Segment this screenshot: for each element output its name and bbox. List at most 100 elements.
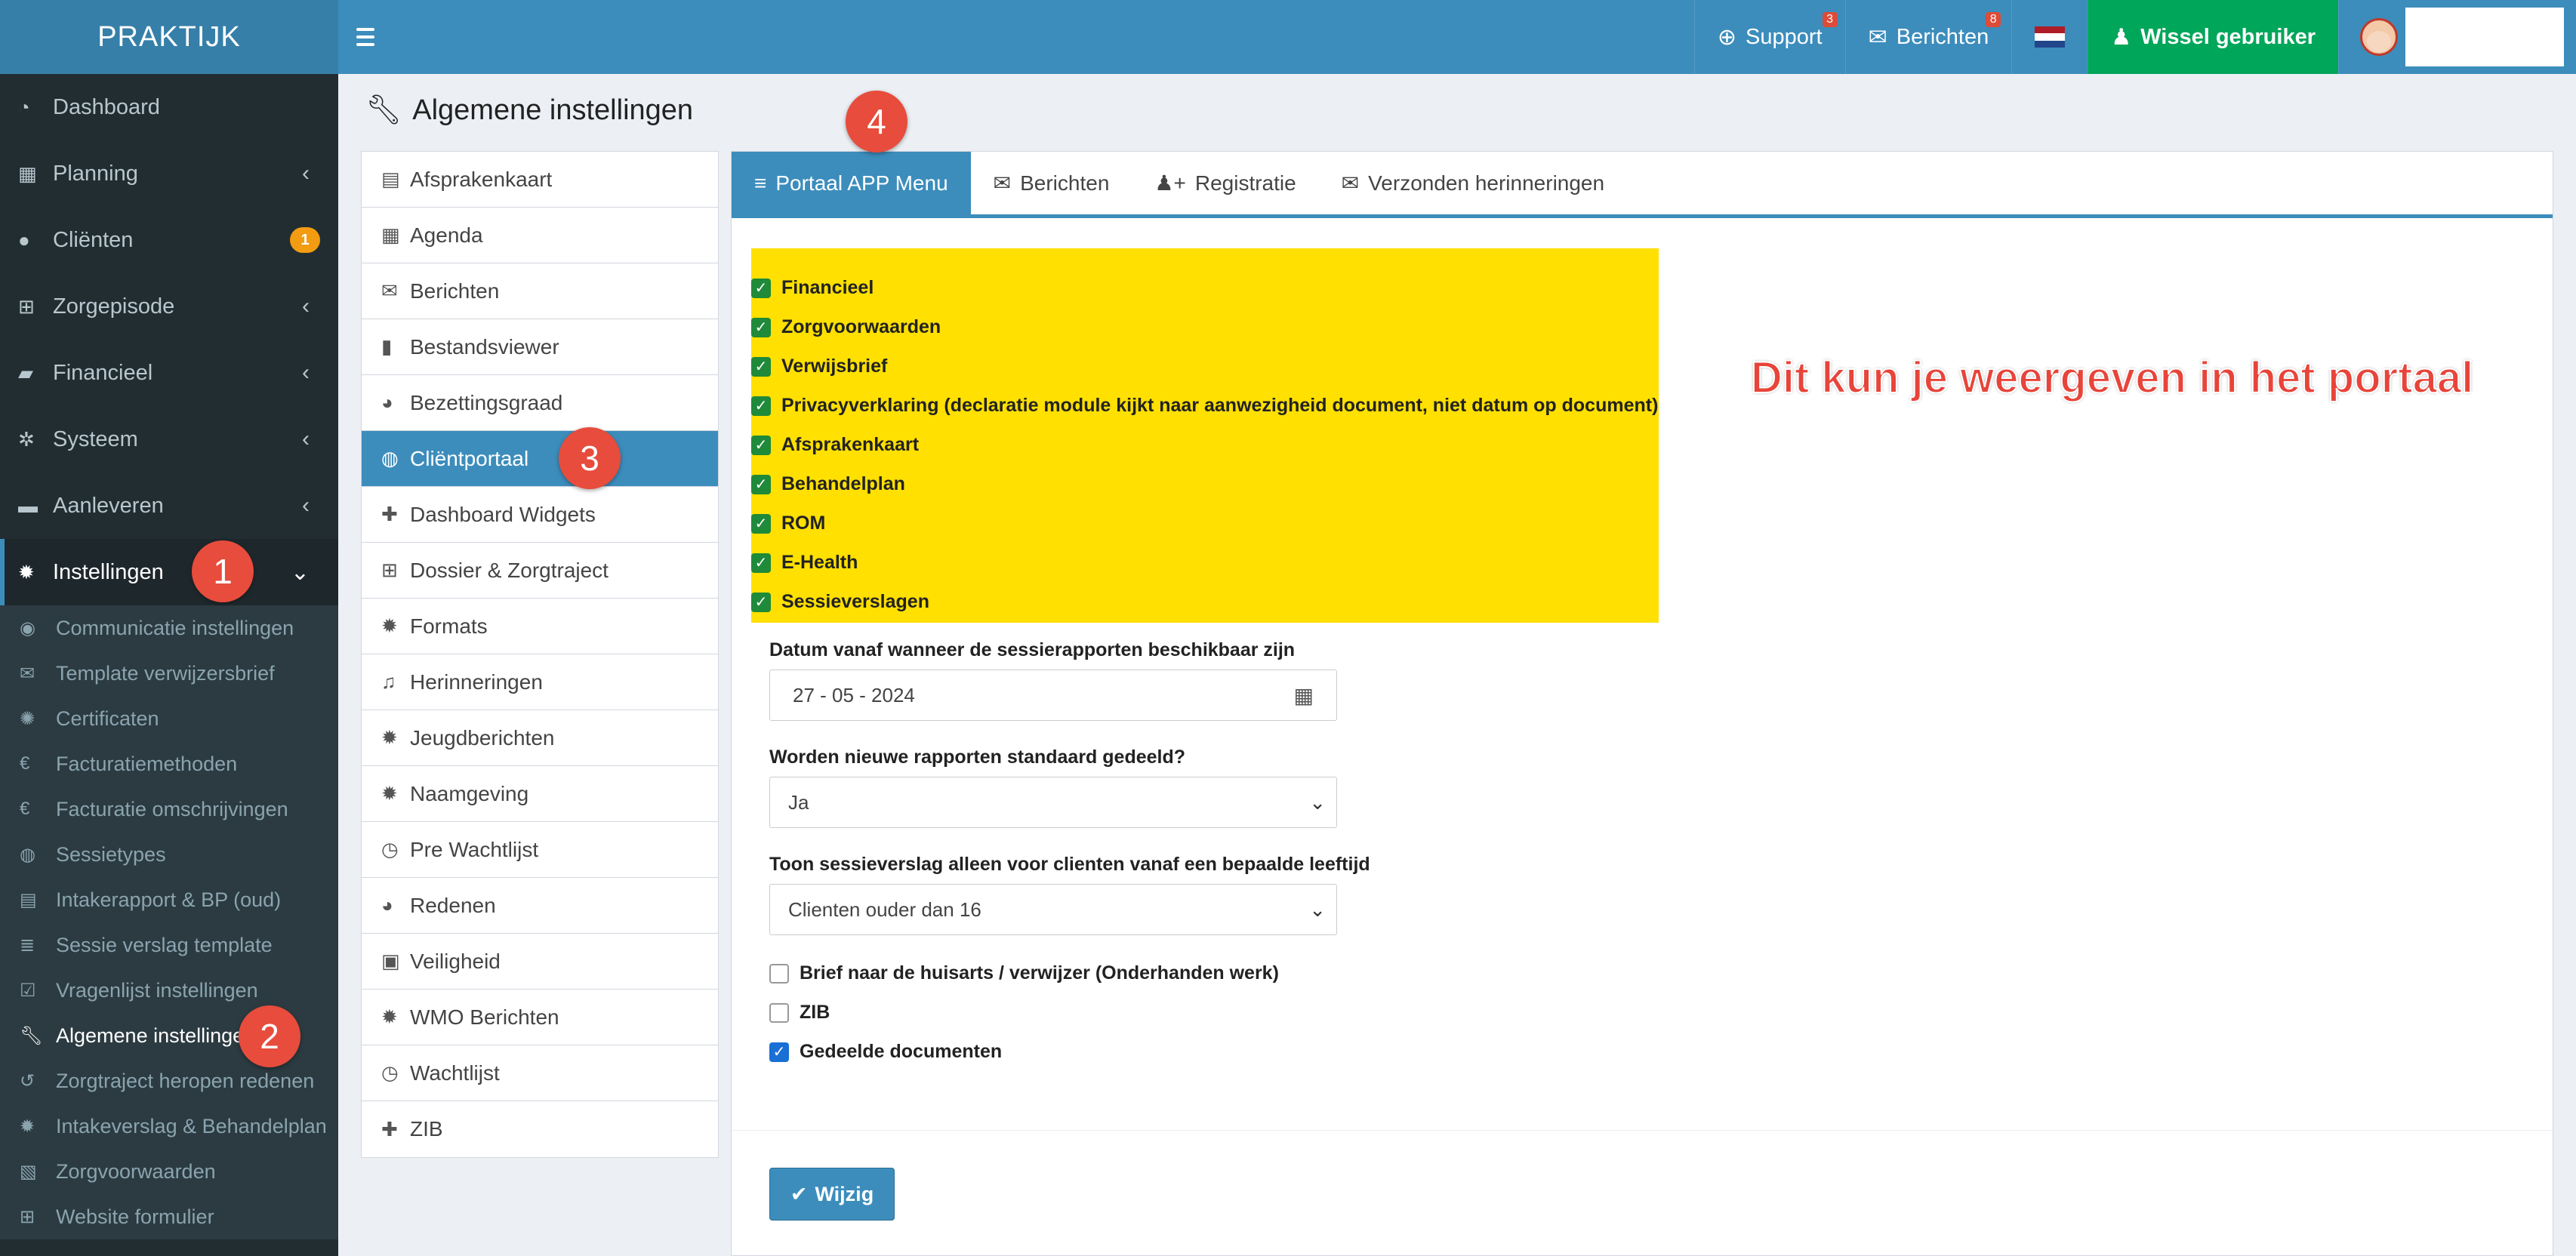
checkbox-checked-icon[interactable]: ✓ [751, 435, 771, 455]
checkbox-sessieverslagen[interactable]: ✓ Sessieverslagen [751, 591, 929, 613]
undo-icon: ↺ [20, 1070, 35, 1091]
checkbox-checked-icon[interactable]: ✓ [769, 1042, 789, 1062]
checkbox-checked-icon[interactable]: ✓ [751, 592, 771, 612]
checkbox-zorgvoorwaarden[interactable]: ✓ Zorgvoorwaarden [751, 316, 941, 338]
settings-item-wachtlijst[interactable]: ◷ Wachtlijst [362, 1045, 718, 1101]
settings-item-label: Dossier & Zorgtraject [410, 558, 609, 582]
checkbox-unchecked-icon[interactable] [769, 963, 789, 984]
app-logo[interactable]: PRAKTIJK [0, 0, 338, 74]
language-selector[interactable] [2011, 0, 2088, 74]
date-field-label: Datum vanaf wanneer de sessierapporten b… [769, 639, 1296, 660]
settings-item-clientportaal[interactable]: ◍ Cliëntportaal [362, 431, 718, 487]
settings-item-berichten[interactable]: ✉ Berichten [362, 263, 718, 319]
list-alt-icon: ▤ [381, 168, 400, 190]
sidebar-item-financieel[interactable]: ▰ Financieel ‹ [0, 340, 338, 406]
top-navbar: PRAKTIJK ⊕ Support 3 ✉ Berichten 8 ♟ Wis… [0, 0, 2576, 74]
checkbox-rom[interactable]: ✓ ROM [751, 513, 825, 534]
settings-item-redenen[interactable]: ◕ Redenen [362, 878, 718, 934]
submenu-item-zorgvoorwaarden[interactable]: ▧ Zorgvoorwaarden [0, 1149, 338, 1194]
checkbox-checked-icon[interactable]: ✓ [751, 317, 771, 337]
tab-verzonden-herinneringen[interactable]: ✉ Verzonden herinneringen [1319, 152, 1627, 214]
sidebar-item-zorgepisode[interactable]: ⊞ Zorgepisode ‹ [0, 273, 338, 340]
submenu-item-certificaten[interactable]: ✺ Certificaten [0, 696, 338, 741]
globe-icon: ◍ [381, 447, 399, 469]
checkbox-e-health[interactable]: ✓ E-Health [751, 552, 858, 574]
settings-item-jeugdberichten[interactable]: ✹ Jeugdberichten [362, 710, 718, 766]
sidebar-toggle-icon[interactable] [356, 20, 384, 54]
settings-item-naamgeving[interactable]: ✹ Naamgeving [362, 766, 718, 822]
switch-user-button[interactable]: ♟ Wissel gebruiker [2088, 0, 2338, 74]
submenu-item-facturatiemethoden[interactable]: € Facturatiemethoden [0, 741, 338, 787]
submenu-item-label: Template verwijzersbrief [56, 661, 275, 685]
checkbox-afsprakenkaart[interactable]: ✓ Afsprakenkaart [751, 434, 919, 456]
checkbox-verwijsbrief[interactable]: ✓ Verwijsbrief [751, 356, 887, 377]
submenu-item-intakeverslag[interactable]: ✹ Intakeverslag & Behandelplan [0, 1104, 338, 1149]
support-count-badge: 3 [1822, 12, 1838, 27]
submenu-item-vragenlijst[interactable]: ☑ Vragenlijst instellingen [0, 968, 338, 1013]
settings-item-dashboard-widgets[interactable]: ✚ Dashboard Widgets [362, 487, 718, 543]
checkbox-checked-icon[interactable]: ✓ [751, 513, 771, 534]
settings-item-herinneringen[interactable]: ♫ Herinneringen [362, 654, 718, 710]
checkbox-privacyverklaring[interactable]: ✓ Privacyverklaring (declaratie module ki… [751, 395, 1658, 417]
checkbox-checked-icon[interactable]: ✓ [751, 278, 771, 298]
settings-item-pre-wachtlijst[interactable]: ◷ Pre Wachtlijst [362, 822, 718, 878]
submenu-item-website-formulier[interactable]: ⊞ Website formulier [0, 1194, 338, 1239]
checkbox-zib[interactable]: ZIB [769, 1002, 830, 1024]
sidebar-item-systeem[interactable]: ✲ Systeem ‹ [0, 406, 338, 473]
checkbox-checked-icon[interactable]: ✓ [751, 356, 771, 377]
settings-item-veiligheid[interactable]: ▣ Veiligheid [362, 934, 718, 990]
checkbox-label: Sessieverslagen [781, 591, 929, 612]
settings-item-afsprakenkaart[interactable]: ▤ Afsprakenkaart [362, 152, 718, 208]
settings-item-formats[interactable]: ✹ Formats [362, 599, 718, 654]
checkbox-checked-icon[interactable]: ✓ [751, 474, 771, 494]
settings-item-dossier-zorgtraject[interactable]: ⊞ Dossier & Zorgtraject [362, 543, 718, 599]
sidebar-item-instellingen[interactable]: ✹ Instellingen ⌄ [0, 539, 338, 605]
settings-item-agenda[interactable]: ▦ Agenda [362, 208, 718, 263]
checkbox-checked-icon[interactable]: ✓ [751, 396, 771, 416]
support-link[interactable]: ⊕ Support 3 [1693, 0, 1845, 74]
messages-link[interactable]: ✉ Berichten 8 [1844, 0, 2012, 74]
checkbox-financieel[interactable]: ✓ Financieel [751, 277, 874, 299]
envelope-icon: ✉ [1341, 171, 1360, 195]
tab-label: Verzonden herinneringen [1368, 171, 1605, 195]
sidebar-item-clienten[interactable]: ● Cliënten 1 [0, 207, 338, 273]
settings-item-zib[interactable]: ✚ ZIB [362, 1101, 718, 1157]
save-button[interactable]: ✔ Wijzig [769, 1168, 895, 1221]
shared-select[interactable]: Ja ⌄ [769, 777, 1337, 828]
sidebar-item-dashboard[interactable]: ◔ Dashboard [0, 74, 338, 140]
age-select[interactable]: Clienten ouder dan 16 ⌄ [769, 884, 1337, 935]
settings-item-label: Dashboard Widgets [410, 502, 596, 526]
settings-item-bezettingsgraad[interactable]: ◕ Bezettingsgraad [362, 375, 718, 431]
gear-icon: ✹ [20, 1116, 35, 1137]
submenu-item-sessietypes[interactable]: ◍ Sessietypes [0, 832, 338, 877]
settings-item-label: Cliëntportaal [410, 446, 529, 470]
euro-icon: € [20, 753, 30, 774]
sidebar-item-label: Systeem [53, 426, 138, 451]
sidebar-item-aanleveren[interactable]: ▬ Aanleveren ‹ [0, 473, 338, 539]
calendar-icon[interactable]: ▦ [1294, 683, 1314, 708]
tab-registratie[interactable]: ♟+ Registratie [1132, 152, 1318, 214]
comments-icon: ◉ [20, 617, 35, 639]
submenu-item-template-verwijzersbrief[interactable]: ✉ Template verwijzersbrief [0, 651, 338, 696]
checkbox-gedeelde-documenten[interactable]: ✓ Gedeelde documenten [769, 1041, 1002, 1063]
checkbox-brief-huisarts[interactable]: Brief naar de huisarts / verwijzer (Onde… [769, 962, 1279, 984]
date-field[interactable]: 27 - 05 - 2024 ▦ [769, 670, 1337, 721]
settings-item-wmo-berichten[interactable]: ✹ WMO Berichten [362, 990, 718, 1045]
checkbox-behandelplan[interactable]: ✓ Behandelplan [751, 473, 905, 495]
tab-berichten[interactable]: ✉ Berichten [971, 152, 1132, 214]
submenu-item-sessie-verslag-template[interactable]: ≣ Sessie verslag template [0, 922, 338, 968]
book-icon: ▰ [18, 361, 33, 384]
sidebar-item-label: Cliënten [53, 227, 134, 252]
submenu-item-zorgtraject-heropen[interactable]: ↺ Zorgtraject heropen redenen [0, 1058, 338, 1104]
sidebar-item-planning[interactable]: ▦ Planning ‹ [0, 140, 338, 207]
user-menu[interactable] [2338, 0, 2576, 74]
settings-item-bestandsviewer[interactable]: ▮ Bestandsviewer [362, 319, 718, 375]
checkbox-unchecked-icon[interactable] [769, 1002, 789, 1023]
checkbox-checked-icon[interactable]: ✓ [751, 553, 771, 573]
tab-portaal-app-menu[interactable]: ≡ Portaal APP Menu [732, 152, 971, 214]
sidebar-item-label: Instellingen [53, 559, 164, 584]
submenu-item-facturatie-omschrijvingen[interactable]: € Facturatie omschrijvingen [0, 787, 338, 832]
submenu-item-communicatie[interactable]: ◉ Communicatie instellingen [0, 605, 338, 651]
gear-icon: ✹ [381, 614, 398, 637]
submenu-item-intakerapport[interactable]: ▤ Intakerapport & BP (oud) [0, 877, 338, 922]
